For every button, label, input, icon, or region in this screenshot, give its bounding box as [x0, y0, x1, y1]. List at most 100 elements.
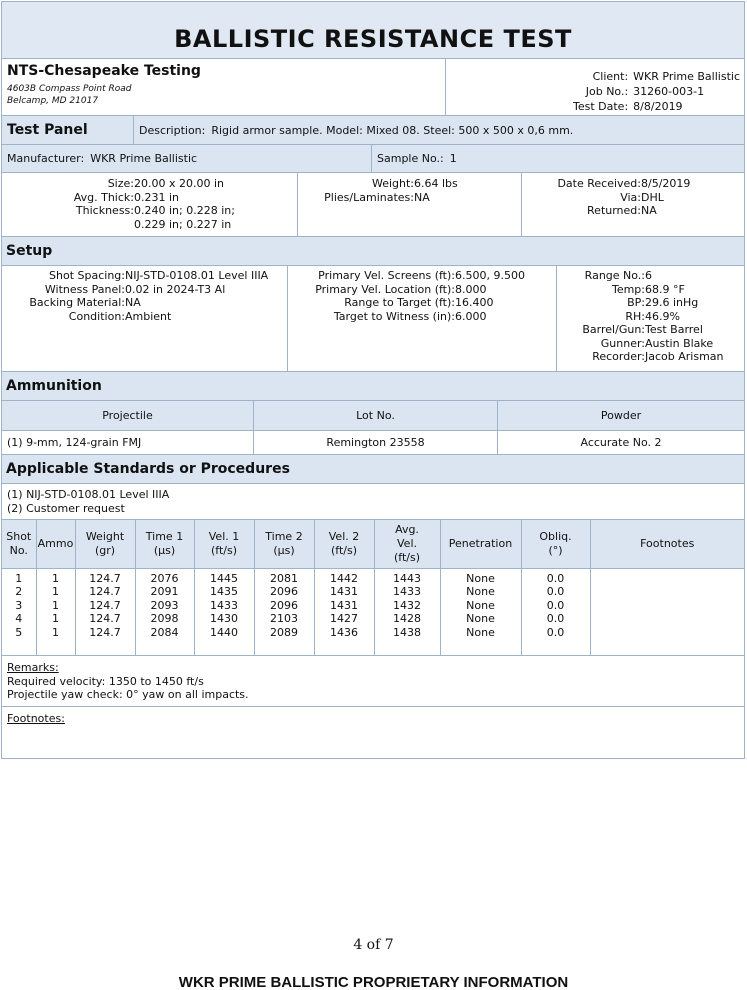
- test-panel-heading: Test Panel: [2, 116, 134, 144]
- footnotes-heading: Footnotes:: [7, 712, 65, 725]
- footnotes-header: Footnotes: [590, 520, 744, 569]
- lab-name: NTS-Chesapeake Testing: [7, 63, 201, 79]
- vel-screens-label: Primary Vel. Screens (ft):: [318, 269, 455, 282]
- weight-header: Weight (gr): [75, 520, 136, 569]
- client-label: Client:: [592, 70, 629, 83]
- shot-no-header: Shot No.: [2, 520, 37, 569]
- weight-value: 6.64 lbs: [414, 177, 458, 190]
- ammo-header: Ammo: [36, 520, 76, 569]
- condition-label: Condition:: [68, 309, 125, 323]
- lab-address-2: Belcamp, MD 21017: [7, 96, 99, 106]
- backing-material-value: NA: [125, 296, 141, 309]
- via-value: DHL: [641, 190, 664, 204]
- panel-weight-block: Weight: 6.64 lbs Plies/Laminates: NA: [298, 173, 522, 236]
- vel1-header: Vel. 1 (ft/s): [194, 520, 255, 569]
- target-to-witness-label: Target to Witness (in):: [333, 309, 455, 323]
- standards-heading: Applicable Standards or Procedures: [2, 455, 744, 484]
- remarks-line-2: Projectile yaw check: 0° yaw on all impa…: [7, 688, 249, 701]
- sample-label: Sample No.:: [377, 152, 444, 165]
- test-report: BALLISTIC RESISTANCE TEST NTS-Chesapeake…: [1, 1, 745, 759]
- footnotes-block: Footnotes:: [2, 707, 744, 758]
- bp-value: 29.6 inHg: [645, 296, 699, 309]
- time1-header: Time 1 (µs): [135, 520, 195, 569]
- rh-value: 46.9%: [645, 309, 680, 323]
- panel-receipt-block: Date Received: 8/5/2019 Via: DHL Returned:…: [522, 173, 744, 236]
- report-title: BALLISTIC RESISTANCE TEST: [174, 25, 572, 53]
- range-to-target-label: Range to Target (ft):: [344, 296, 455, 309]
- shots-table-wrap: Shot No. Ammo Weight (gr) Time 1 (µs) Vel. …: [2, 520, 744, 656]
- time2-column: 2081 2096 2096 2103 2089: [254, 568, 315, 655]
- temp-value: 68.9 °F: [645, 282, 685, 296]
- vel1-column: 1445 1435 1433 1430 1440: [194, 568, 255, 655]
- plies-value: NA: [414, 190, 430, 204]
- powder-header: Powder: [600, 409, 642, 422]
- bp-label: BP:: [627, 296, 645, 309]
- report-title-bar: BALLISTIC RESISTANCE TEST: [2, 2, 744, 59]
- setup-heading: Setup: [2, 237, 744, 266]
- manufacturer-row: Manufacturer: WKR Prime Ballistic Sample…: [2, 145, 744, 173]
- test-panel-bar: Test Panel Description: Rigid armor samp…: [2, 116, 744, 145]
- avg-vel-header: Avg. Vel. (ft/s): [374, 520, 441, 569]
- client-value: WKR Prime Ballistic: [633, 70, 740, 83]
- plies-label: Plies/Laminates:: [324, 190, 414, 204]
- vel-screens-value: 6.500, 9.500: [455, 269, 525, 282]
- panel-size-block: Size: 20.00 x 20.00 in Avg. Thick: 0.231 i…: [2, 173, 298, 236]
- shots-table: Shot No. Ammo Weight (gr) Time 1 (µs) Vel. …: [2, 520, 744, 655]
- standard-item-1: (1) NIJ-STD-0108.01 Level IIIA: [7, 488, 170, 501]
- received-value: 8/5/2019: [641, 177, 691, 190]
- avg-thick-value: 0.231 in: [134, 190, 180, 204]
- ammo-column: 11111: [36, 568, 76, 655]
- witness-panel-value: 0.02 in 2024-T3 Al: [125, 282, 226, 296]
- barrel-value: Test Barrel: [645, 323, 703, 336]
- remarks-line-1: Required velocity: 1350 to 1450 ft/s: [7, 674, 204, 688]
- lab-address-1: 4603B Compass Point Road: [7, 84, 132, 94]
- lot-header: Lot No.: [254, 401, 498, 430]
- target-to-witness-value: 6.000: [455, 309, 487, 323]
- gunner-value: Austin Blake: [645, 336, 714, 350]
- penetration-column: None None None None None: [440, 568, 522, 655]
- temp-label: Temp:: [611, 282, 645, 296]
- test-date-value: 8/8/2019: [633, 100, 683, 113]
- range-to-target-value: 16.400: [455, 296, 494, 309]
- avg-thick-label: Avg. Thick:: [73, 190, 134, 204]
- projectile-value: (1) 9-mm, 124-grain FMJ: [2, 431, 254, 454]
- setup-col-2: Primary Vel. Screens (ft): 6.500, 9.500 P…: [288, 266, 557, 371]
- thickness-value-2: 0.229 in; 0.227 in: [134, 217, 232, 231]
- job-label: Job No.:: [585, 85, 629, 98]
- sample-cell: Sample No.: 1: [372, 145, 744, 172]
- barrel-label: Barrel/Gun:: [582, 323, 645, 336]
- obliquity-header: Obliq. (°): [521, 520, 591, 569]
- job-value: 31260-003-1: [633, 85, 705, 98]
- recorder-label: Recorder:: [592, 350, 645, 363]
- projectile-header: Projectile: [2, 401, 254, 430]
- standard-item-2: (2) Customer request: [7, 501, 125, 515]
- shot-spacing-value: NIJ-STD-0108.01 Level IIIA: [125, 269, 269, 282]
- lot-value: Remington 23558: [254, 431, 498, 454]
- size-label: Size:: [107, 177, 134, 190]
- gunner-label: Gunner:: [600, 336, 645, 350]
- footnotes-column: [590, 568, 744, 655]
- time1-column: 2076 2091 2093 2098 2084: [135, 568, 195, 655]
- remarks-heading: Remarks:: [7, 661, 59, 674]
- range-no-label: Range No.:: [584, 269, 645, 282]
- witness-panel-label: Witness Panel:: [44, 282, 125, 296]
- shot-data-row: 12345 11111 124.7 124.7 124.7 124.7 124.7 20…: [2, 568, 744, 655]
- page-number: 4 of 7: [353, 937, 394, 953]
- time2-header: Time 2 (µs): [254, 520, 315, 569]
- powder-value: Accurate No. 2: [580, 436, 662, 449]
- returned-value: NA: [641, 204, 657, 217]
- returned-label: Returned:: [587, 204, 641, 217]
- obliquity-column: 0.0 0.0 0.0 0.0 0.0: [521, 568, 591, 655]
- description-label: Description:: [139, 123, 206, 137]
- lab-client-row: NTS-Chesapeake Testing 4603B Compass Poi…: [2, 59, 744, 116]
- setup-col-3: Range No.: 6 Temp: 68.9 °F BP: 29.6 inHg RH…: [557, 266, 744, 371]
- sample-value: 1: [449, 152, 457, 165]
- lab-block: NTS-Chesapeake Testing 4603B Compass Poi…: [2, 59, 446, 115]
- remarks-block: Remarks: Required velocity: 1350 to 1450…: [2, 656, 744, 707]
- thickness-label: Thickness:: [75, 204, 134, 217]
- vel2-column: 1442 1431 1431 1427 1436: [314, 568, 375, 655]
- weight-label: Weight:: [371, 177, 414, 190]
- thickness-value-1: 0.240 in; 0.228 in;: [134, 204, 235, 217]
- ammunition-heading: Ammunition: [2, 372, 744, 401]
- description-cell: Description: Rigid armor sample. Model: …: [134, 116, 744, 144]
